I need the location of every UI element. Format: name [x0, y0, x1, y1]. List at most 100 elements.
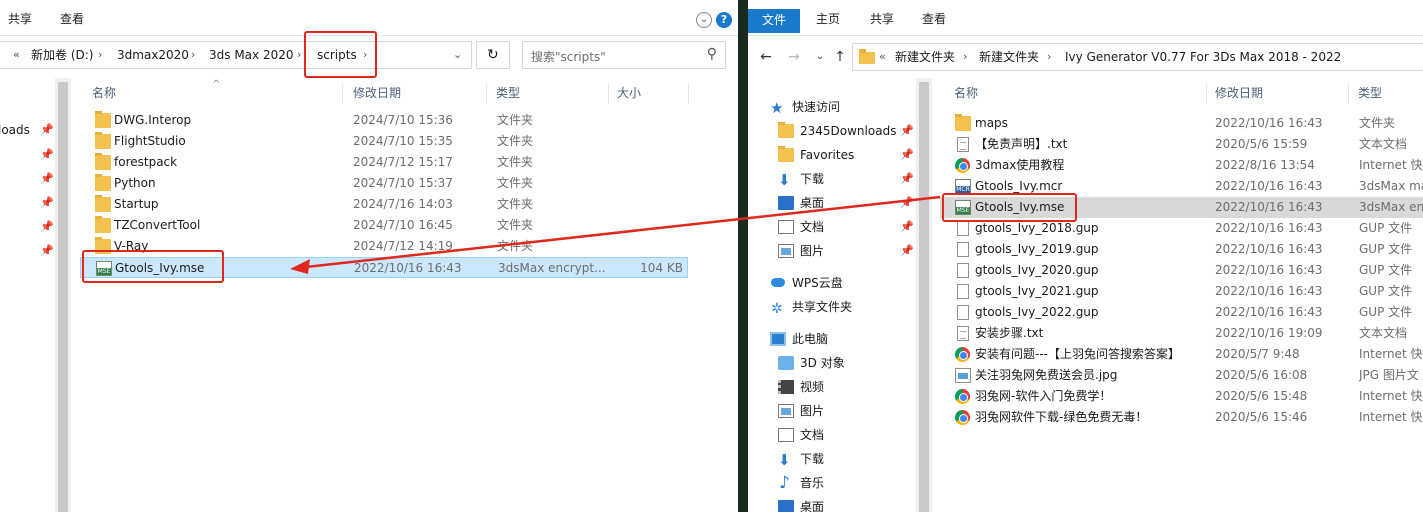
nav-item[interactable]: 桌面: [748, 495, 916, 512]
nav-item-label: 3D 对象: [800, 356, 845, 370]
nav-item[interactable]: 桌面 📌: [748, 191, 916, 215]
dropdown-chevron-icon[interactable]: ⌄: [453, 42, 462, 68]
file-row[interactable]: 安装有问题---【上羽兔问答搜索答案】 2020/5/7 9:48 Internet…: [940, 344, 1423, 365]
scrollbar-thumb[interactable]: [919, 82, 929, 512]
nav-item[interactable]: 下载: [748, 447, 916, 472]
pin-icon: 📌: [40, 196, 54, 209]
chevron-right-icon[interactable]: ›: [297, 42, 301, 68]
nav-item[interactable]: 下载 📌: [748, 167, 916, 192]
file-row[interactable]: gtools_Ivy_2020.gup 2022/10/16 16:43 GUP 文…: [940, 260, 1423, 281]
nav-item[interactable]: 图片 📌: [748, 239, 916, 263]
nav-scrollbar[interactable]: [55, 78, 71, 512]
column-divider[interactable]: [688, 84, 689, 104]
chevron-right-icon[interactable]: ›: [963, 44, 967, 70]
breadcrumb-overflow[interactable]: «: [879, 44, 886, 70]
gup-file-icon: [957, 305, 969, 320]
chevron-right-icon[interactable]: ›: [98, 42, 102, 68]
file-row[interactable]: TZConvertTool 2024/7/10 16:45 文件夹: [80, 215, 688, 236]
breadcrumb-3dmax2020[interactable]: 3dmax2020: [117, 42, 189, 68]
column-divider[interactable]: [486, 84, 487, 104]
file-type: 文件夹: [497, 134, 534, 148]
column-header-name[interactable]: 名称: [954, 78, 978, 108]
chevron-down-icon[interactable]: ⌄: [696, 12, 712, 28]
chevron-right-icon[interactable]: ›: [1047, 44, 1051, 70]
file-type: JPG 图片文: [1359, 368, 1419, 382]
column-header-date[interactable]: 修改日期: [353, 78, 401, 108]
folder-icon: [955, 114, 971, 131]
left-breadcrumb[interactable]: « 新加卷 (D:) › 3dmax2020 › 3ds Max 2020 › …: [0, 41, 472, 69]
forward-arrow-icon[interactable]: →: [784, 48, 804, 66]
nav-item[interactable]: 此电脑: [748, 327, 916, 351]
file-type: Internet 快: [1359, 158, 1423, 172]
nav-item-label: 下载: [800, 452, 825, 466]
column-divider[interactable]: [608, 84, 609, 104]
tab-share[interactable]: 共享: [858, 0, 906, 36]
recent-chevron-icon[interactable]: ⌄: [810, 48, 830, 66]
left-search-box[interactable]: 搜索"scripts" ⚲: [522, 41, 726, 69]
file-type: GUP 文件: [1359, 263, 1413, 277]
refresh-button[interactable]: ↻: [476, 41, 510, 69]
nav-item[interactable]: 快速访问: [748, 95, 916, 120]
tab-view[interactable]: 查看: [910, 0, 958, 36]
nav-item[interactable]: 2345Downloads 📌: [748, 119, 916, 143]
column-header-date[interactable]: 修改日期: [1215, 78, 1263, 108]
up-arrow-icon[interactable]: ↑: [830, 48, 850, 66]
right-ribbon: 文件 主页 共享 查看: [748, 0, 1423, 36]
file-row[interactable]: DWG.Interop 2024/7/10 15:36 文件夹: [80, 110, 688, 131]
help-icon[interactable]: ?: [716, 12, 732, 28]
column-header-type[interactable]: 类型: [1358, 78, 1382, 108]
nav-scrollbar[interactable]: [916, 78, 932, 512]
nav-item[interactable]: 视频: [748, 375, 916, 399]
nav-item[interactable]: 3D 对象: [748, 351, 916, 375]
file-row[interactable]: gtools_Ivy_2021.gup 2022/10/16 16:43 GUP 文…: [940, 281, 1423, 302]
chevron-right-icon[interactable]: ›: [191, 42, 195, 68]
file-row[interactable]: 安装步骤.txt 2022/10/16 19:09 文本文档: [940, 323, 1423, 344]
column-header-name[interactable]: 名称: [92, 78, 116, 108]
column-header-size[interactable]: 大小: [617, 78, 641, 108]
tab-file[interactable]: 文件: [748, 9, 801, 33]
tab-home[interactable]: 主页: [804, 0, 852, 36]
nav-item[interactable]: 音乐: [748, 471, 916, 495]
column-divider[interactable]: [1206, 84, 1207, 104]
breadcrumb-folder-1[interactable]: 新建文件夹: [895, 44, 955, 70]
nav-item-downloads[interactable]: loads: [0, 118, 30, 142]
breadcrumb-ivy-generator[interactable]: Ivy Generator V0.77 For 3Ds Max 2018 - 2…: [1065, 44, 1341, 70]
nav-item-label: 下载: [800, 172, 825, 186]
nav-item[interactable]: 文档: [748, 423, 916, 447]
nav-item[interactable]: 共享文件夹: [748, 295, 916, 321]
nav-item[interactable]: 文档 📌: [748, 215, 916, 239]
file-row[interactable]: 关注羽兔网免费送会员.jpg 2020/5/6 16:08 JPG 图片文: [940, 365, 1423, 386]
nav-item[interactable]: WPS云盘: [748, 271, 916, 295]
file-row[interactable]: gtools_Ivy_2019.gup 2022/10/16 16:43 GUP 文…: [940, 239, 1423, 260]
scrollbar-thumb[interactable]: [58, 82, 68, 512]
file-row[interactable]: Startup 2024/7/16 14:03 文件夹: [80, 194, 688, 215]
file-type: 3dsMax ma: [1359, 179, 1423, 193]
file-name: 关注羽兔网免费送会员.jpg: [975, 368, 1118, 382]
file-row[interactable]: Python 2024/7/10 15:37 文件夹: [80, 173, 688, 194]
internet-shortcut-icon: [955, 410, 970, 425]
nav-item[interactable]: 图片: [748, 399, 916, 423]
back-arrow-icon[interactable]: ←: [756, 48, 776, 66]
file-row[interactable]: 3dmax使用教程 2022/8/16 13:54 Internet 快: [940, 155, 1423, 176]
file-row[interactable]: 羽兔网软件下载-绿色免费无毒！ 2020/5/6 15:46 Internet 快: [940, 407, 1423, 428]
tab-share[interactable]: 共享: [0, 0, 44, 36]
breadcrumb-drive[interactable]: 新加卷 (D:): [31, 42, 93, 68]
file-row[interactable]: forestpack 2024/7/12 15:17 文件夹: [80, 152, 688, 173]
folder-icon: [778, 122, 794, 138]
breadcrumb-overflow[interactable]: «: [13, 42, 20, 68]
breadcrumb-folder-2[interactable]: 新建文件夹: [979, 44, 1039, 70]
tab-view[interactable]: 查看: [48, 0, 96, 36]
file-row[interactable]: FlightStudio 2024/7/10 15:35 文件夹: [80, 131, 688, 152]
pin-icon: 📌: [900, 196, 914, 209]
column-divider[interactable]: [342, 84, 343, 104]
file-row[interactable]: 羽兔网-软件入门免费学！ 2020/5/6 15:48 Internet 快: [940, 386, 1423, 407]
column-header-type[interactable]: 类型: [496, 78, 520, 108]
nav-item[interactable]: Favorites 📌: [748, 143, 916, 167]
file-row[interactable]: maps 2022/10/16 16:43 文件夹: [940, 113, 1423, 134]
breadcrumb-3dsmax2020[interactable]: 3ds Max 2020: [209, 42, 293, 68]
column-divider[interactable]: [1348, 84, 1349, 104]
file-row[interactable]: gtools_Ivy_2022.gup 2022/10/16 16:43 GUP 文…: [940, 302, 1423, 323]
file-row[interactable]: 【免责声明】.txt 2020/5/6 15:59 文本文档: [940, 134, 1423, 155]
right-breadcrumb[interactable]: « 新建文件夹 › 新建文件夹 › Ivy Generator V0.77 Fo…: [852, 43, 1423, 71]
cloud-icon: [770, 276, 786, 290]
